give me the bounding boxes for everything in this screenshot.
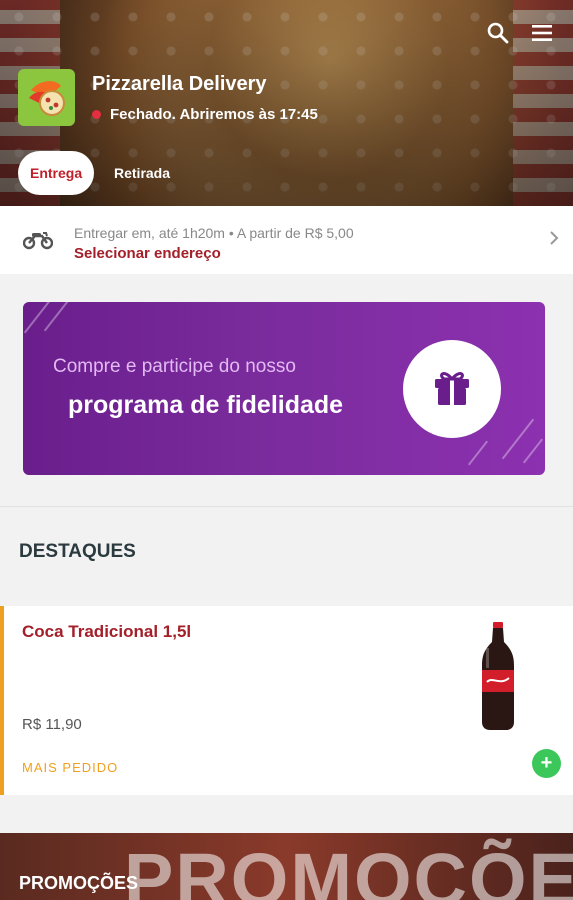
product-card[interactable]: Coca Tradicional 1,5l R$ 11,90 MAIS PEDI… — [0, 606, 573, 795]
menu-icon[interactable] — [529, 20, 555, 46]
store-status: Fechado. Abriremos às 17:45 — [92, 106, 318, 123]
section-title-destaques: DESTAQUES — [19, 541, 136, 562]
search-icon[interactable] — [485, 20, 511, 46]
product-image — [478, 622, 518, 737]
section-title-promocoes: PROMOÇÕES — [19, 873, 139, 893]
header-actions — [485, 20, 555, 46]
tab-retirada[interactable]: Retirada — [114, 165, 170, 181]
delivery-info: Entregar em, até 1h20m • A partir de R$ … — [74, 225, 354, 241]
product-badge: MAIS PEDIDO — [22, 760, 119, 775]
add-to-cart-button[interactable]: + — [532, 749, 561, 778]
store-name: Pizzarella Delivery — [92, 73, 267, 95]
loyalty-banner-subtitle: Compre e participe do nosso — [53, 356, 296, 377]
store-header: Pizzarella Delivery Fechado. Abriremos à… — [0, 0, 573, 206]
motorcycle-icon — [22, 228, 54, 255]
loyalty-banner-title: programa de fidelidade — [68, 391, 344, 419]
product-price: R$ 11,90 — [22, 716, 82, 733]
order-mode-toggle: Entrega Retirada — [18, 151, 170, 195]
loyalty-banner[interactable]: Compre e participe do nosso programa de … — [23, 302, 545, 475]
store-status-text: Fechado. Abriremos às 17:45 — [110, 106, 318, 123]
status-dot — [92, 110, 101, 119]
gift-icon — [430, 365, 474, 414]
card-accent — [0, 606, 4, 795]
divider — [0, 506, 573, 507]
select-address-link[interactable]: Selecionar endereço — [74, 245, 221, 262]
gift-badge — [403, 340, 501, 438]
delivery-address-bar[interactable]: Entregar em, até 1h20m • A partir de R$ … — [0, 206, 573, 274]
chevron-right-icon — [549, 230, 559, 251]
tab-entrega[interactable]: Entrega — [18, 151, 94, 195]
store-logo — [18, 69, 75, 126]
promotions-background-text: PROMOÇÕES — [124, 838, 573, 900]
product-name: Coca Tradicional 1,5l — [22, 622, 192, 641]
promotions-header: PROMOÇÕES PROMOÇÕES — [0, 833, 573, 900]
